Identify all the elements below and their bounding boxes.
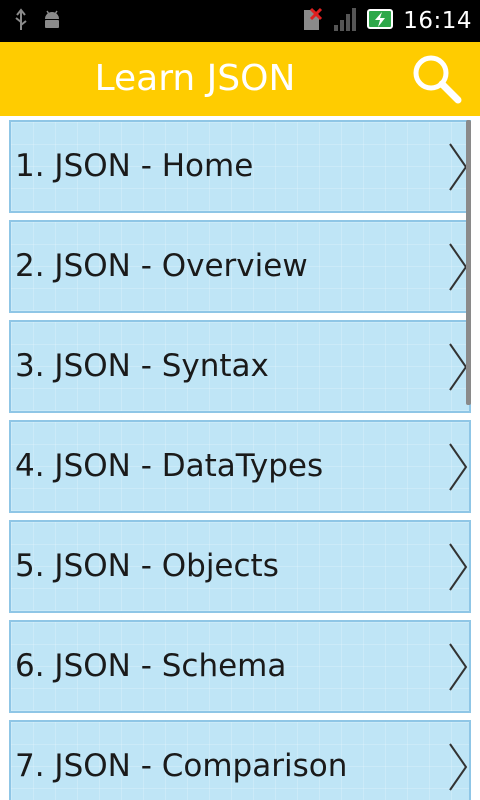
signal-icon xyxy=(333,6,357,36)
status-bar: 16:14 xyxy=(0,0,480,42)
no-sim-icon xyxy=(301,6,323,36)
list-scrollbar[interactable] xyxy=(466,120,471,405)
chevron-right-icon xyxy=(447,442,469,492)
search-icon xyxy=(410,55,464,110)
list-item-label: 5. JSON - Objects xyxy=(15,548,279,584)
chevron-right-icon xyxy=(447,742,469,792)
app-title: Learn JSON xyxy=(94,58,296,99)
list-item-json-overview[interactable]: 2. JSON - Overview xyxy=(9,220,471,313)
app-bar: Learn JSON xyxy=(0,42,480,116)
android-debug-icon xyxy=(42,8,62,36)
list-item-json-syntax[interactable]: 3. JSON - Syntax xyxy=(9,320,471,413)
status-bar-system-icons: 16:14 xyxy=(301,6,472,36)
clock: 16:14 xyxy=(403,8,472,34)
list-item-json-comparison[interactable]: 7. JSON - Comparison xyxy=(9,720,471,800)
list-item-json-objects[interactable]: 5. JSON - Objects xyxy=(9,520,471,613)
chapter-list[interactable]: 1. JSON - Home 2. JSON - Overview 3. JSO… xyxy=(0,116,480,800)
usb-icon xyxy=(14,8,28,36)
list-item-label: 4. JSON - DataTypes xyxy=(15,448,324,484)
list-item-label: 2. JSON - Overview xyxy=(15,248,308,284)
search-button[interactable] xyxy=(410,52,464,106)
list-item-label: 1. JSON - Home xyxy=(15,148,254,184)
status-bar-notifications xyxy=(14,8,62,36)
list-item-label: 3. JSON - Syntax xyxy=(15,348,269,384)
list-item-json-schema[interactable]: 6. JSON - Schema xyxy=(9,620,471,713)
list-item-json-home[interactable]: 1. JSON - Home xyxy=(9,120,471,213)
battery-charging-icon xyxy=(367,7,394,35)
chevron-right-icon xyxy=(447,542,469,592)
chevron-right-icon xyxy=(447,642,469,692)
list-item-json-datatypes[interactable]: 4. JSON - DataTypes xyxy=(9,420,471,513)
list-item-label: 7. JSON - Comparison xyxy=(15,748,348,784)
list-item-label: 6. JSON - Schema xyxy=(15,648,287,684)
